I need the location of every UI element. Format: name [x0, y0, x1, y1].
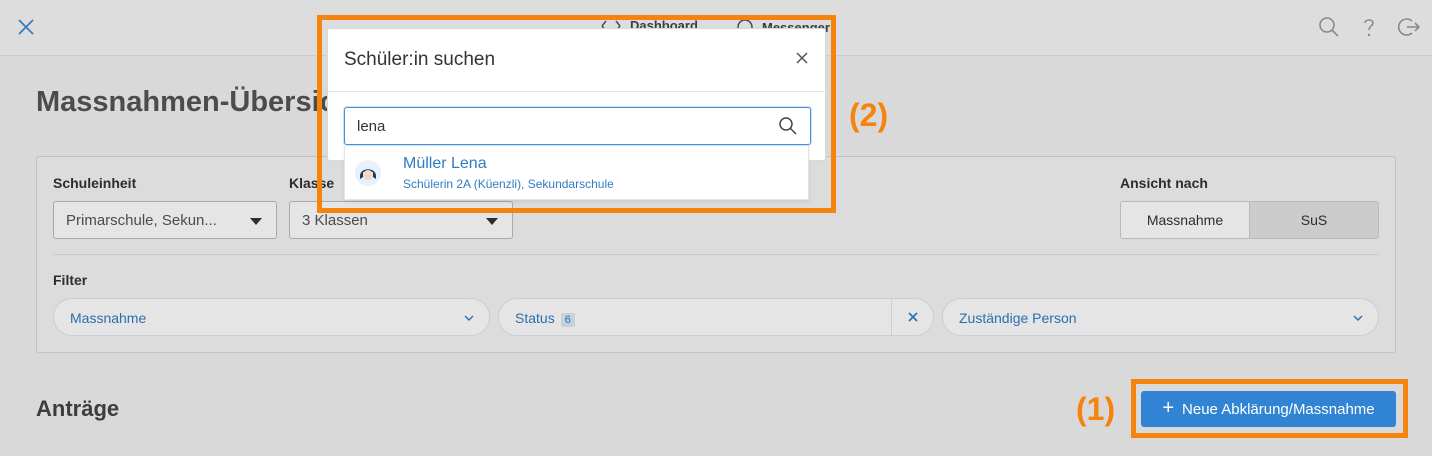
callout-1: (1): [1076, 391, 1116, 427]
highlight-box-2: [317, 15, 836, 213]
callout-2: (2): [849, 97, 889, 133]
highlight-box-1: [1131, 379, 1408, 438]
